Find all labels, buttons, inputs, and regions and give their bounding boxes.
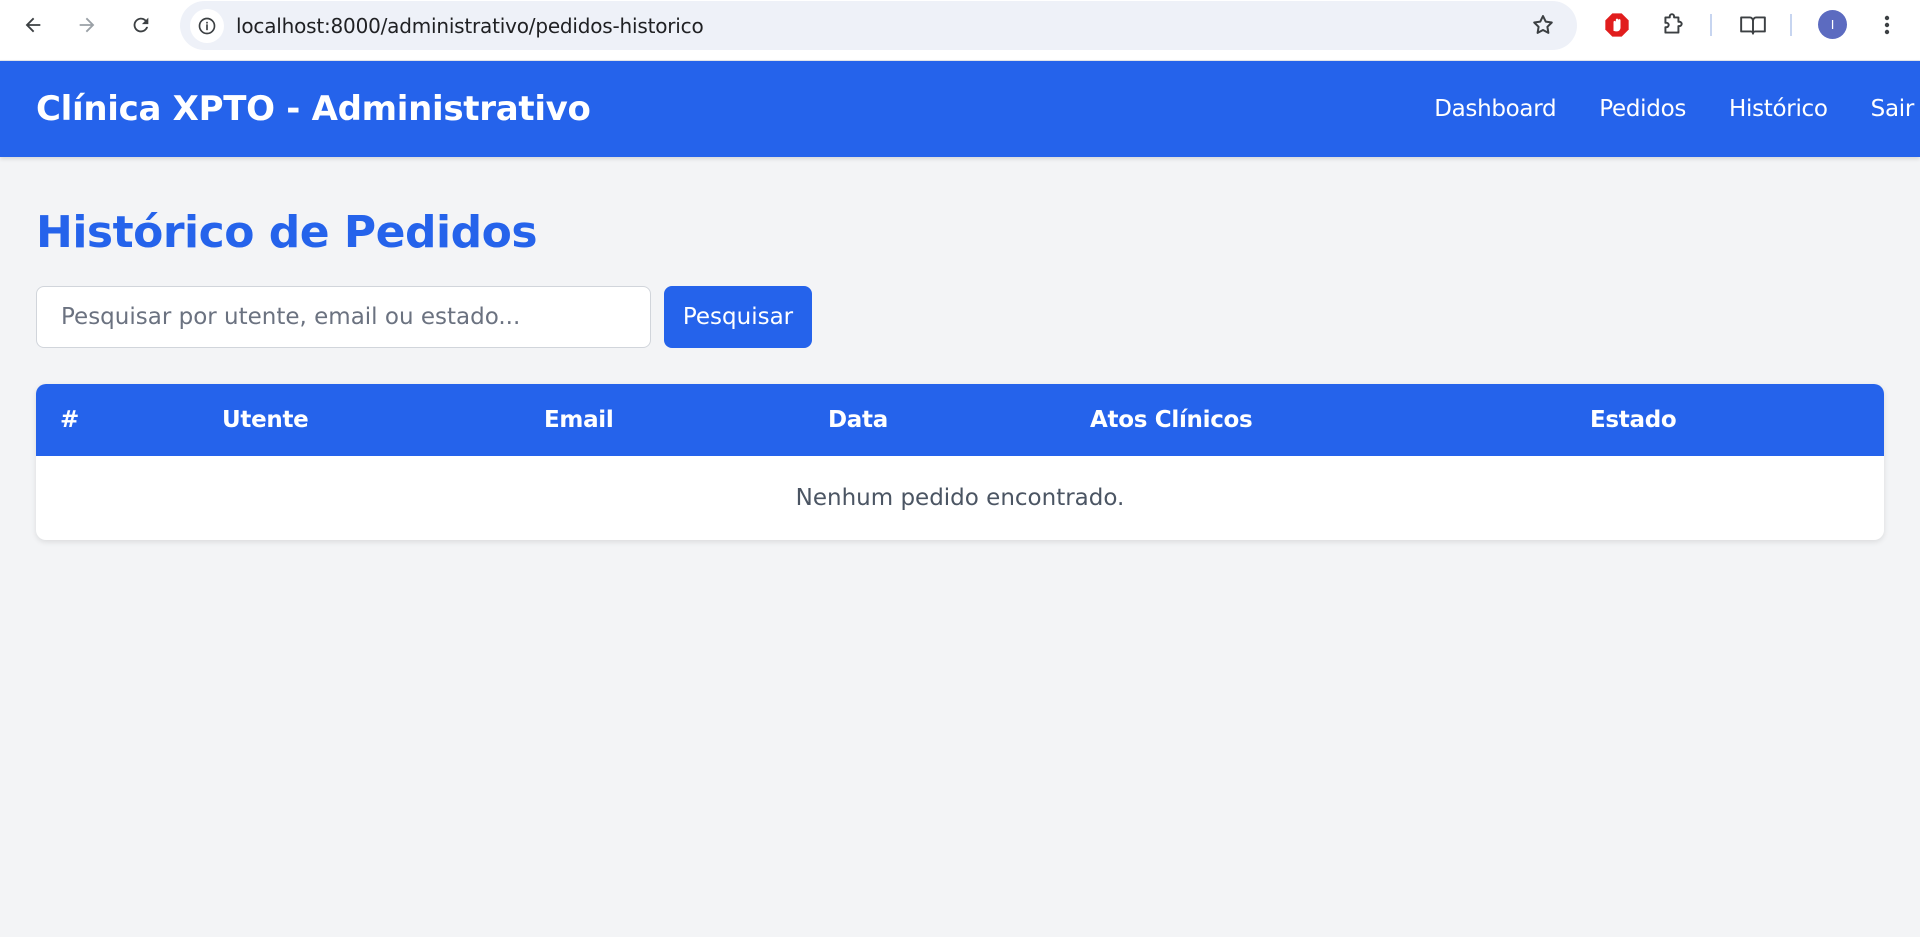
- main-content: Histórico de Pedidos Pesquisar # Utente …: [36, 157, 1884, 540]
- reading-list-icon[interactable]: [1738, 10, 1768, 40]
- page-title: Histórico de Pedidos: [36, 207, 538, 258]
- search-form: Pesquisar: [36, 286, 1884, 348]
- extensions-puzzle-icon[interactable]: [1658, 10, 1688, 40]
- column-header-atos-clinicos: Atos Clínicos: [1090, 384, 1590, 456]
- orders-table: # Utente Email Data Atos Clínicos Estado…: [36, 384, 1884, 540]
- column-header-number: #: [36, 384, 222, 456]
- main-nav: Dashboard Pedidos Histórico Sair: [1391, 96, 1920, 122]
- column-header-utente: Utente: [222, 384, 544, 456]
- bookmark-star-icon[interactable]: [1531, 13, 1555, 42]
- site-info-icon[interactable]: [190, 8, 224, 43]
- reload-icon: [133, 17, 149, 33]
- search-button[interactable]: Pesquisar: [664, 286, 812, 348]
- profile-avatar[interactable]: I: [1818, 10, 1847, 39]
- nav-pedidos[interactable]: Pedidos: [1599, 96, 1686, 122]
- table-row: Nenhum pedido encontrado.: [36, 456, 1884, 540]
- adblock-extension-icon[interactable]: [1602, 10, 1632, 40]
- back-button[interactable]: [16, 8, 50, 42]
- arrow-right-icon: [79, 17, 95, 33]
- reload-button[interactable]: [124, 8, 158, 42]
- nav-dashboard[interactable]: Dashboard: [1434, 96, 1556, 122]
- app-header: Clínica XPTO - Administrativo Dashboard …: [0, 61, 1920, 157]
- table-header-row: # Utente Email Data Atos Clínicos Estado: [36, 384, 1884, 456]
- browser-toolbar: localhost:8000/administrativo/pedidos-hi…: [0, 0, 1920, 61]
- search-input[interactable]: [36, 286, 651, 348]
- toolbar-separator: [1790, 14, 1792, 36]
- app-title: Clínica XPTO - Administrativo: [36, 89, 591, 129]
- column-header-email: Email: [544, 384, 828, 456]
- nav-historico[interactable]: Histórico: [1729, 96, 1828, 122]
- toolbar-separator: [1710, 14, 1712, 36]
- url-text: localhost:8000/administrativo/pedidos-hi…: [236, 13, 704, 38]
- orders-table-card: # Utente Email Data Atos Clínicos Estado…: [36, 384, 1884, 540]
- empty-message: Nenhum pedido encontrado.: [795, 485, 1125, 511]
- nav-sair[interactable]: Sair: [1871, 96, 1915, 122]
- arrow-left-icon: [25, 17, 41, 33]
- address-bar[interactable]: localhost:8000/administrativo/pedidos-hi…: [180, 1, 1577, 50]
- column-header-estado: Estado: [1590, 384, 1884, 456]
- column-header-data: Data: [828, 384, 1090, 456]
- forward-button[interactable]: [70, 8, 104, 42]
- more-menu-icon[interactable]: [1872, 10, 1902, 40]
